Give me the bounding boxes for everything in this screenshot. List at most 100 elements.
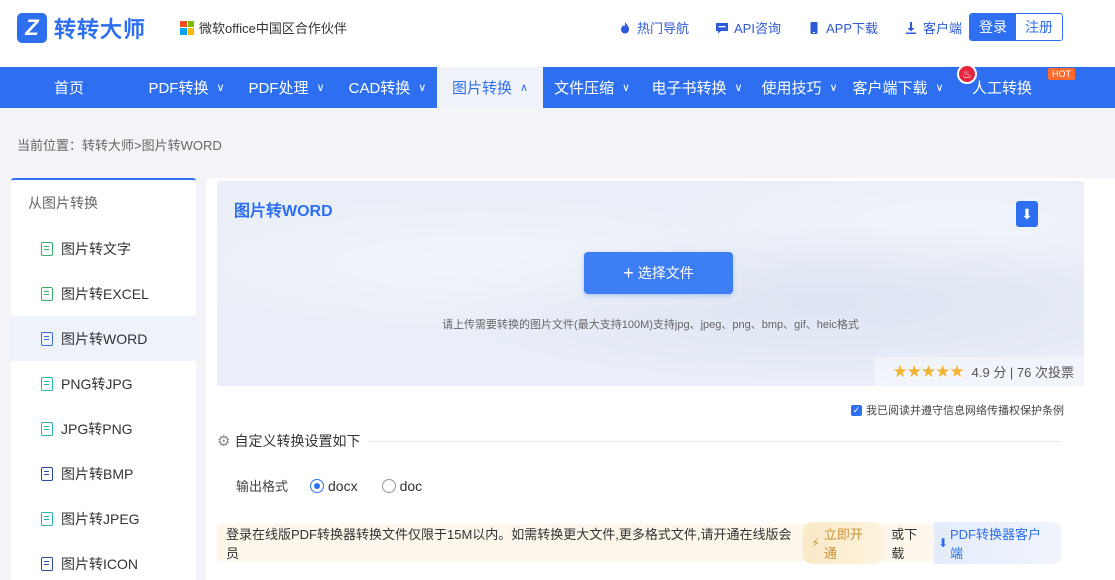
main-nav: 首页 PDF转换 ∨ PDF处理 ∨ CAD转换 ∨ 图片转换 ∧ 文件压缩 ∨ 电子书转换 ∨ 使用技巧…	[0, 67, 1115, 108]
chevron-down-icon: ∨	[316, 82, 325, 94]
choose-file-button[interactable]: + 选择文件	[584, 252, 733, 294]
radio-checked-icon	[310, 478, 325, 493]
login-button[interactable]: 登录	[970, 14, 1016, 40]
sidebar-item-3[interactable]: PNG转JPG	[11, 361, 196, 406]
nav-item-0[interactable]: 首页	[0, 67, 138, 108]
agreement-checkbox[interactable]: ✓	[851, 404, 862, 416]
nav-item-label: 客户端下载	[852, 80, 928, 97]
main-panel: 图片转WORD ⬇ + 选择文件 请上传需要转换的图片文件(最大支持100M)支…	[206, 178, 1115, 580]
upload-area[interactable]: 图片转WORD ⬇ + 选择文件 请上传需要转换的图片文件(最大支持100M)支…	[217, 181, 1084, 386]
notice-text: 登录在线版PDF转换器转换文件仅限于15M以内。如需转换更大文件,更多格式文件,…	[226, 526, 792, 561]
file-icon	[41, 511, 53, 526]
file-icon	[41, 421, 53, 436]
nav-item-label: 首页	[53, 80, 84, 97]
partner-badge: 微软office中国区合作伙伴	[180, 18, 347, 37]
chevron-down-icon: ∨	[829, 82, 838, 94]
file-icon	[41, 286, 53, 301]
top-link-hot-nav[interactable]: 热门导航	[618, 18, 689, 37]
agreement-text[interactable]: 我已阅读并遵守信息网络传播权保护条例	[866, 402, 1064, 418]
chevron-down-icon: ∨	[734, 82, 743, 94]
nav-item-label: 图片转换	[451, 80, 512, 97]
rating-bar: ★★★★★ 4.9 分 | 76 次投票	[874, 357, 1084, 386]
nav-item-3[interactable]: CAD转换 ∨	[338, 67, 437, 108]
download-icon: ⬇	[937, 535, 948, 550]
chat-icon	[716, 22, 729, 33]
file-icon	[41, 376, 53, 391]
sidebar-item-label: 图片转JPEG	[61, 510, 140, 527]
format-radio-docx[interactable]: docx	[310, 478, 358, 494]
divider	[368, 440, 1061, 442]
sidebar-item-label: JPG转PNG	[61, 420, 133, 437]
nav-item-6[interactable]: 电子书转换 ∨	[641, 67, 753, 108]
sidebar-item-label: 图片转WORD	[61, 330, 148, 347]
sidebar-item-label: 图片转ICON	[61, 555, 138, 572]
nav-item-label: 使用技巧	[761, 80, 822, 97]
sidebar-item-5[interactable]: 图片转BMP	[11, 451, 196, 496]
limit-notice: 登录在线版PDF转换器转换文件仅限于15M以内。如需转换更大文件,更多格式文件,…	[217, 521, 1061, 564]
download-icon	[906, 21, 916, 34]
star-rating-icon[interactable]: ★★★★★	[892, 362, 964, 382]
nav-item-label: PDF转换	[148, 80, 209, 97]
nav-item-8[interactable]: 客户端下载 ∨	[846, 67, 950, 108]
settings-header: ⚙ 自定义转换设置如下	[217, 431, 1061, 451]
top-link-app[interactable]: APP下载	[807, 18, 878, 37]
vip-icon: ⚡	[811, 535, 820, 550]
sidebar-item-7[interactable]: 图片转ICON	[11, 541, 196, 580]
chevron-down-icon: ∨	[216, 82, 225, 94]
file-icon	[41, 331, 53, 346]
flame-icon	[621, 21, 629, 33]
plus-icon: +	[623, 263, 634, 283]
file-icon	[41, 556, 53, 571]
top-link-api[interactable]: API咨询	[715, 18, 781, 37]
sidebar-list: 图片转文字图片转EXCEL 图片转WORD PNG转JPG JPG转PNG 图片转BMP…	[11, 226, 196, 580]
radio-unchecked-icon	[381, 478, 396, 493]
nav-item-2[interactable]: PDF处理 ∨	[235, 67, 338, 108]
site-logo[interactable]: Z 转转大师	[17, 12, 146, 44]
sidebar-item-label: PNG转JPG	[61, 375, 133, 392]
chevron-up-icon: ∧	[519, 82, 529, 94]
top-links: 热门导航 API咨询 APP下载 客户端	[618, 18, 988, 37]
partner-text: 微软office中国区合作伙伴	[199, 21, 347, 36]
sidebar-item-label: 图片转EXCEL	[61, 285, 149, 302]
output-format-label: 输出格式	[236, 479, 289, 494]
phone-icon	[810, 21, 818, 34]
top-header: Z 转转大师 微软office中国区合作伙伴 热门导航 API咨询 APP下载 …	[0, 0, 1115, 67]
chevron-down-icon: ∨	[935, 82, 944, 94]
upload-hint: 请上传需要转换的图片文件(最大支持100M)支持jpg、jpeg、png、bmp…	[442, 319, 859, 331]
agreement[interactable]: ✓ 我已阅读并遵守信息网络传播权保护条例	[851, 402, 1064, 418]
sidebar-item-label: 图片转文字	[61, 240, 131, 257]
file-icon	[41, 466, 53, 481]
nav-item-label: 文件压缩	[553, 80, 614, 97]
sidebar-item-0[interactable]: 图片转文字	[11, 226, 196, 271]
register-button[interactable]: 注册	[1016, 14, 1062, 40]
nav-item-4[interactable]: 图片转换 ∧	[437, 67, 543, 108]
chevron-down-icon: ∨	[621, 82, 631, 94]
output-format-row: 输出格式 docx doc	[236, 476, 446, 495]
sidebar-item-4[interactable]: JPG转PNG	[11, 406, 196, 451]
sidebar-item-label: 图片转BMP	[61, 465, 134, 482]
format-radio-doc[interactable]: doc	[381, 478, 422, 494]
rating-text: 4.9 分 | 76 次投票	[971, 365, 1074, 380]
sidebar: 从图片转换 图片转文字 图片转EXCEL 图片转WORD PNG转JPG JPG转PNG…	[11, 178, 196, 580]
file-icon	[41, 241, 53, 256]
microsoft-logo-icon	[180, 20, 194, 35]
nav-item-label: 人工转换	[971, 80, 1032, 97]
client-download-link[interactable]: ⬇ PDF转换器客户端	[933, 521, 1061, 564]
nav-item-label: PDF处理	[248, 80, 309, 97]
hot-badge: HOT	[1048, 68, 1075, 80]
top-link-client[interactable]: 客户端	[904, 18, 962, 37]
auth-buttons: 登录 注册	[969, 13, 1063, 41]
sidebar-item-6[interactable]: 图片转JPEG	[11, 496, 196, 541]
nav-item-1[interactable]: PDF转换 ∨	[138, 67, 235, 108]
download-app-icon[interactable]: ⬇	[1016, 201, 1038, 227]
or-download-text: 或下载	[891, 526, 918, 561]
fire-badge-icon: ♨	[957, 64, 977, 84]
open-vip-button[interactable]: ⚡ 立即开通	[803, 521, 884, 564]
nav-item-7[interactable]: 使用技巧 ∨	[753, 67, 846, 108]
logo-text: 转转大师	[54, 17, 147, 42]
nav-item-label: 电子书转换	[651, 80, 727, 97]
sidebar-item-2[interactable]: 图片转WORD	[11, 316, 196, 361]
sidebar-item-1[interactable]: 图片转EXCEL	[11, 271, 196, 316]
settings-title: 自定义转换设置如下	[234, 433, 361, 449]
nav-item-5[interactable]: 文件压缩 ∨	[543, 67, 641, 108]
